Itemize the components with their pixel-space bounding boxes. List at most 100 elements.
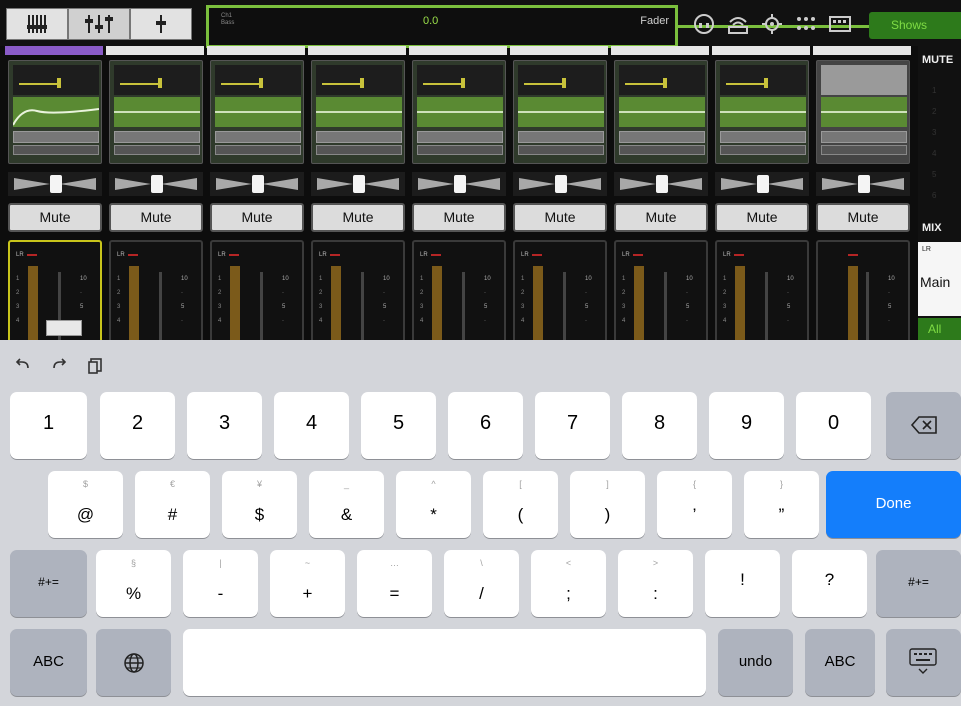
key-4[interactable]: 4 <box>274 392 349 459</box>
channel-processing-panel[interactable] <box>513 60 607 164</box>
key-equals[interactable]: … = <box>357 550 432 617</box>
keyboard-grid-icon[interactable] <box>828 12 852 36</box>
settings-gear-icon[interactable] <box>760 12 784 36</box>
mute-button[interactable]: Mute <box>109 203 203 232</box>
undo-key[interactable]: undo <box>718 629 793 696</box>
pan-knob[interactable] <box>454 175 466 193</box>
pan-knob[interactable] <box>353 175 365 193</box>
fader-meter[interactable]: LR 1234 10·5· <box>109 240 203 340</box>
redo-arrow-icon[interactable] <box>50 354 68 376</box>
fader-cap[interactable] <box>46 320 82 336</box>
key-3[interactable]: 3 <box>187 392 262 459</box>
key-8[interactable]: 8 <box>622 392 697 459</box>
pan-control[interactable] <box>109 172 203 196</box>
channel-view-button[interactable] <box>68 8 130 40</box>
fader-meter[interactable]: LR 1234 10·5· <box>614 240 708 340</box>
key-dollar[interactable]: ¥ $ <box>222 471 297 538</box>
pan-knob[interactable] <box>858 175 870 193</box>
key-exclamation[interactable]: ! <box>705 550 780 617</box>
key-9[interactable]: 9 <box>709 392 784 459</box>
pan-control[interactable] <box>513 172 607 196</box>
key-colon[interactable]: >: <box>618 550 693 617</box>
key-at[interactable]: $ @ <box>48 471 123 538</box>
delete-key[interactable] <box>886 392 961 459</box>
pan-knob[interactable] <box>757 175 769 193</box>
fader-meter[interactable]: LR 1234 10·5· <box>513 240 607 340</box>
shift-symbols-key-right[interactable]: #+= <box>876 550 961 617</box>
fader-value-display[interactable]: Ch1 Bass 0.0 Fader <box>206 5 678 48</box>
channel-processing-panel[interactable] <box>210 60 304 164</box>
grid-dots-icon[interactable] <box>794 12 818 36</box>
pan-knob[interactable] <box>50 175 62 193</box>
key-semicolon[interactable]: <; <box>531 550 606 617</box>
pan-control[interactable] <box>816 172 910 196</box>
key-paren-close[interactable]: ]) <box>570 471 645 538</box>
key-6[interactable]: 6 <box>448 392 523 459</box>
headphone-icon[interactable] <box>692 12 716 36</box>
key-5[interactable]: 5 <box>361 392 436 459</box>
key-apostrophe[interactable]: {’ <box>657 471 732 538</box>
space-bar[interactable] <box>183 629 706 696</box>
channel-processing-panel[interactable] <box>8 60 102 164</box>
key-hash[interactable]: € # <box>135 471 210 538</box>
pan-control[interactable] <box>614 172 708 196</box>
channel-processing-panel[interactable] <box>715 60 809 164</box>
single-fader-view-button[interactable] <box>130 8 192 40</box>
channel-processing-panel[interactable] <box>109 60 203 164</box>
fader-meter[interactable]: LR 1234 10·5· <box>311 240 405 340</box>
undo-arrow-icon[interactable] <box>14 354 32 376</box>
key-question[interactable]: ? <box>792 550 867 617</box>
pan-knob[interactable] <box>656 175 668 193</box>
pan-control[interactable] <box>412 172 506 196</box>
pan-control[interactable] <box>715 172 809 196</box>
mute-button[interactable]: Mute <box>412 203 506 232</box>
fader-meter[interactable]: LR 1234 10·5· <box>210 240 304 340</box>
mute-button[interactable]: Mute <box>210 203 304 232</box>
main-mix-button[interactable]: LR Main <box>918 242 961 316</box>
fader-meter[interactable]: LR 1234 10·5· <box>715 240 809 340</box>
fader-meter[interactable]: LR 1234 10·5· <box>8 240 102 340</box>
shows-button[interactable]: Shows <box>869 12 961 39</box>
channel-processing-panel[interactable] <box>614 60 708 164</box>
key-7[interactable]: 7 <box>535 392 610 459</box>
mute-button[interactable]: Mute <box>513 203 607 232</box>
pan-knob[interactable] <box>555 175 567 193</box>
done-key[interactable]: Done <box>826 471 961 538</box>
pan-control[interactable] <box>210 172 304 196</box>
pan-knob[interactable] <box>151 175 163 193</box>
mute-button[interactable]: Mute <box>816 203 910 232</box>
key-0[interactable]: 0 <box>796 392 871 459</box>
mute-button[interactable]: Mute <box>311 203 405 232</box>
key-2[interactable]: 2 <box>100 392 175 459</box>
key-asterisk[interactable]: ^ * <box>396 471 471 538</box>
channel-processing-panel[interactable] <box>311 60 405 164</box>
router-icon[interactable] <box>726 12 750 36</box>
mute-button[interactable]: Mute <box>8 203 102 232</box>
dismiss-keyboard-key[interactable] <box>886 629 961 696</box>
shift-symbols-key-left[interactable]: #+= <box>10 550 87 617</box>
mixer-view-button[interactable] <box>6 8 68 40</box>
paste-icon[interactable] <box>86 354 104 376</box>
meter-scale: 10·5· <box>181 276 188 324</box>
key-quote[interactable]: }” <box>744 471 819 538</box>
key-plus[interactable]: ~ + <box>270 550 345 617</box>
master-processing-panel[interactable] <box>816 60 910 164</box>
channel-processing-panel[interactable] <box>412 60 506 164</box>
key-paren-open[interactable]: [( <box>483 471 558 538</box>
fader-meter[interactable]: LR 1234 10·5· <box>412 240 506 340</box>
abc-key-left[interactable]: ABC <box>10 629 87 696</box>
key-hyphen[interactable]: | - <box>183 550 258 617</box>
mute-button[interactable]: Mute <box>715 203 809 232</box>
fader-meter[interactable]: 10 · 5 · <box>816 240 910 340</box>
globe-key[interactable] <box>96 629 171 696</box>
all-button[interactable]: All <box>918 318 961 340</box>
key-percent[interactable]: §% <box>96 550 171 617</box>
key-slash[interactable]: \ / <box>444 550 519 617</box>
key-1[interactable]: 1 <box>10 392 87 459</box>
pan-knob[interactable] <box>252 175 264 193</box>
abc-key-right[interactable]: ABC <box>805 629 875 696</box>
pan-control[interactable] <box>311 172 405 196</box>
mute-button[interactable]: Mute <box>614 203 708 232</box>
pan-control[interactable] <box>8 172 102 196</box>
key-ampersand[interactable]: _ & <box>309 471 384 538</box>
